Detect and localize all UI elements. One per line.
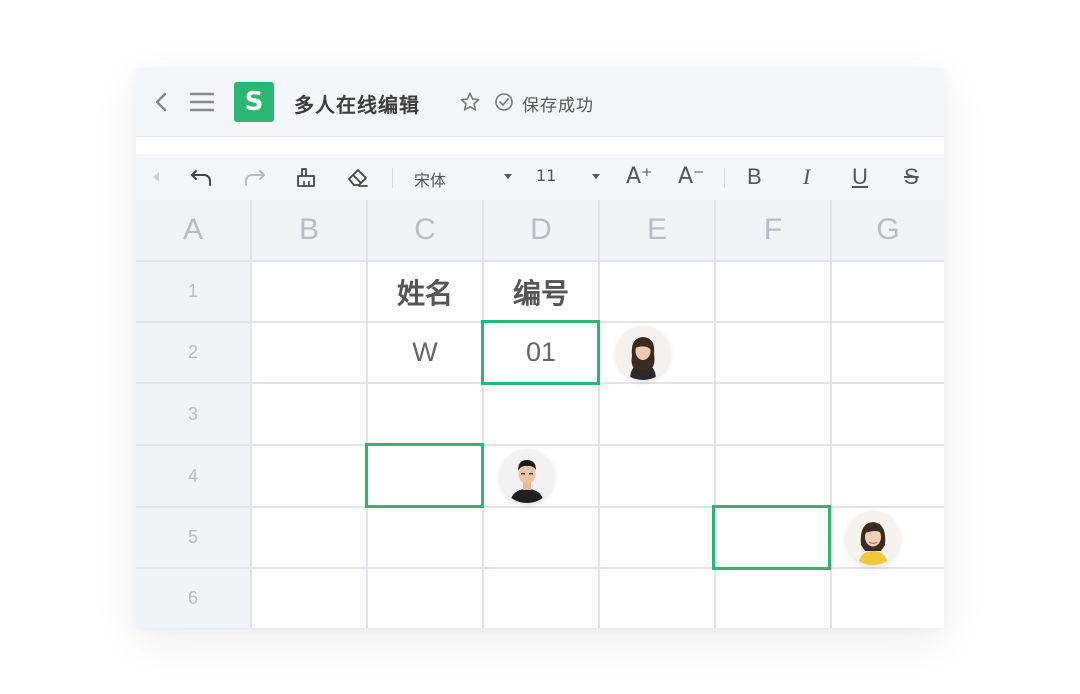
toolbar-divider [724, 168, 725, 188]
collaborator-avatar-1[interactable] [616, 326, 670, 380]
app-logo-icon: S [234, 82, 274, 122]
cell-f1[interactable] [716, 262, 830, 321]
collaborator-avatar-2[interactable] [500, 449, 554, 503]
font-family-dropdown-icon[interactable] [504, 174, 512, 179]
back-chevron-icon[interactable] [150, 88, 172, 116]
cell-d3[interactable] [484, 384, 598, 444]
cell-g3[interactable] [832, 384, 944, 444]
toolbar-divider [392, 168, 393, 188]
cell-c6[interactable] [368, 569, 482, 628]
cell-f4[interactable] [716, 446, 830, 506]
cell-b6[interactable] [252, 569, 366, 628]
check-circle-icon [492, 90, 516, 114]
cell-f2[interactable] [716, 323, 830, 382]
star-icon[interactable] [458, 90, 482, 114]
formatting-toolbar: 宋体 11 A⁺ A⁻ B I U S [136, 154, 944, 200]
collaborator-selection-d2 [481, 320, 600, 385]
eraser-icon[interactable] [344, 163, 372, 191]
row-header-5[interactable]: 5 [136, 508, 250, 567]
cell-b1[interactable] [252, 262, 366, 321]
row-header-3[interactable]: 3 [136, 384, 250, 444]
cell-b3[interactable] [252, 384, 366, 444]
cell-g1[interactable] [832, 262, 944, 321]
save-status: 保存成功 [522, 96, 594, 116]
title-bar: S 多人在线编辑 保存成功 [136, 68, 944, 137]
undo-icon[interactable] [188, 163, 216, 191]
format-painter-icon[interactable] [292, 163, 320, 191]
document-title[interactable]: 多人在线编辑 [294, 89, 420, 118]
column-header-g[interactable]: G [832, 200, 944, 260]
font-size-dropdown-icon[interactable] [592, 174, 600, 179]
column-header-e[interactable]: E [600, 200, 714, 260]
underline-button[interactable]: U [852, 163, 868, 191]
italic-button[interactable]: I [803, 163, 810, 191]
collaborator-selection-c4 [365, 443, 484, 508]
row-header-1[interactable]: 1 [136, 262, 250, 321]
cell-d5[interactable] [484, 508, 598, 567]
cell-c2[interactable]: W [368, 323, 482, 382]
cell-e4[interactable] [600, 446, 714, 506]
column-header-d[interactable]: D [484, 200, 598, 260]
cell-e5[interactable] [600, 508, 714, 567]
cell-f6[interactable] [716, 569, 830, 628]
increase-font-button[interactable]: A⁺ [626, 163, 653, 191]
cell-d6[interactable] [484, 569, 598, 628]
cell-c5[interactable] [368, 508, 482, 567]
cell-b2[interactable] [252, 323, 366, 382]
collaborator-selection-f5 [712, 505, 831, 570]
strikethrough-button[interactable]: S [904, 163, 919, 191]
cell-e3[interactable] [600, 384, 714, 444]
cell-g4[interactable] [832, 446, 944, 506]
scroll-left-icon[interactable] [142, 163, 170, 191]
row-header-6[interactable]: 6 [136, 569, 250, 628]
font-size-select[interactable]: 11 [536, 166, 556, 185]
cell-c1[interactable]: 姓名 [368, 262, 482, 321]
column-header-f[interactable]: F [716, 200, 830, 260]
cell-b4[interactable] [252, 446, 366, 506]
row-header-4[interactable]: 4 [136, 446, 250, 506]
column-header-b[interactable]: B [252, 200, 366, 260]
spreadsheet-window: S 多人在线编辑 保存成功 宋体 11 A⁺ A⁻ B I U S A B C … [136, 68, 944, 628]
cell-e6[interactable] [600, 569, 714, 628]
spreadsheet-grid: A B C D E F G 1 姓名 编号 2 W 01 3 4 5 6 [136, 200, 944, 628]
font-family-select[interactable]: 宋体 [414, 167, 446, 191]
cell-g6[interactable] [832, 569, 944, 628]
hamburger-menu-icon[interactable] [188, 88, 216, 116]
column-header-a[interactable]: A [136, 200, 250, 260]
row-header-2[interactable]: 2 [136, 323, 250, 382]
cell-b5[interactable] [252, 508, 366, 567]
cell-d1[interactable]: 编号 [484, 262, 598, 321]
redo-icon[interactable] [240, 163, 268, 191]
cell-e1[interactable] [600, 262, 714, 321]
collaborator-avatar-3[interactable] [846, 511, 900, 565]
bold-button[interactable]: B [747, 163, 762, 191]
cell-g2[interactable] [832, 323, 944, 382]
cell-c3[interactable] [368, 384, 482, 444]
cell-f3[interactable] [716, 384, 830, 444]
column-header-c[interactable]: C [368, 200, 482, 260]
decrease-font-button[interactable]: A⁻ [678, 163, 705, 191]
